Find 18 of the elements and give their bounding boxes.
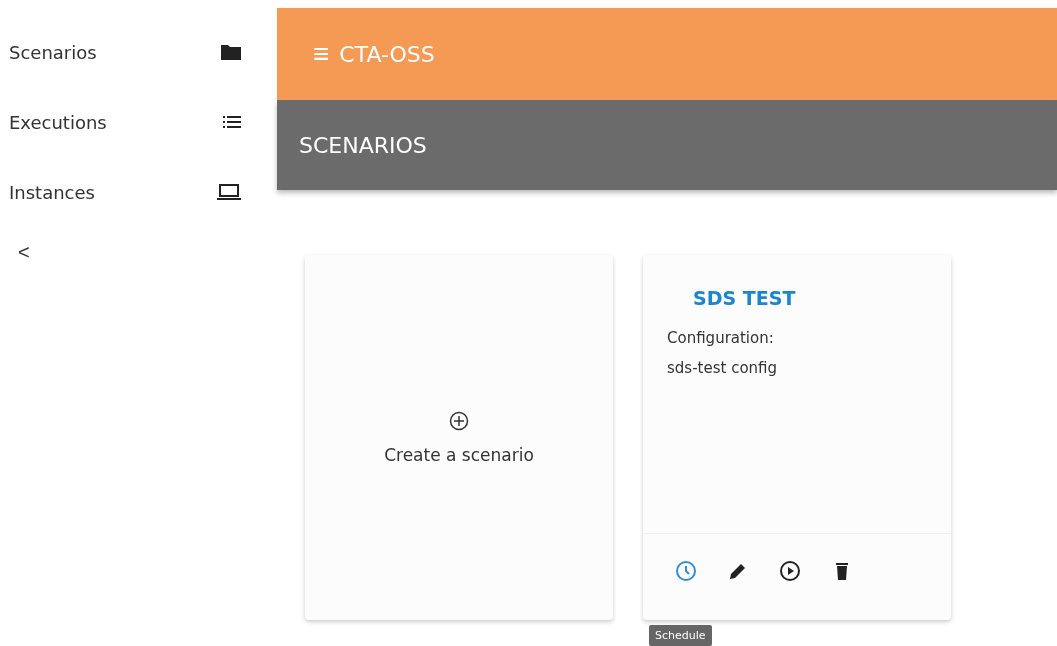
laptop-icon [217, 184, 241, 200]
add-icon [449, 410, 469, 431]
page-title: SCENARIOS [299, 132, 427, 158]
tooltip: Schedule [649, 625, 712, 646]
play-icon [779, 560, 801, 582]
scenario-title: SDS TEST [693, 287, 797, 309]
collapse-button[interactable]: < [14, 241, 34, 264]
clock-icon [675, 560, 697, 582]
scenario-detail: Configuration: [667, 329, 775, 347]
scenario-detail: sds-test config [667, 359, 779, 377]
sidebar-item[interactable]: Scenarios [0, 34, 277, 70]
sidebar-item[interactable]: Executions [0, 104, 277, 140]
list-icon [223, 116, 241, 128]
app-title: CTA-OSS [339, 41, 435, 67]
folder-icon [221, 44, 241, 60]
create-label: Create a scenario [384, 444, 534, 465]
create-scenario-card[interactable]: Create a scenario [305, 255, 613, 620]
sidebar-item[interactable]: Instances [0, 174, 277, 210]
